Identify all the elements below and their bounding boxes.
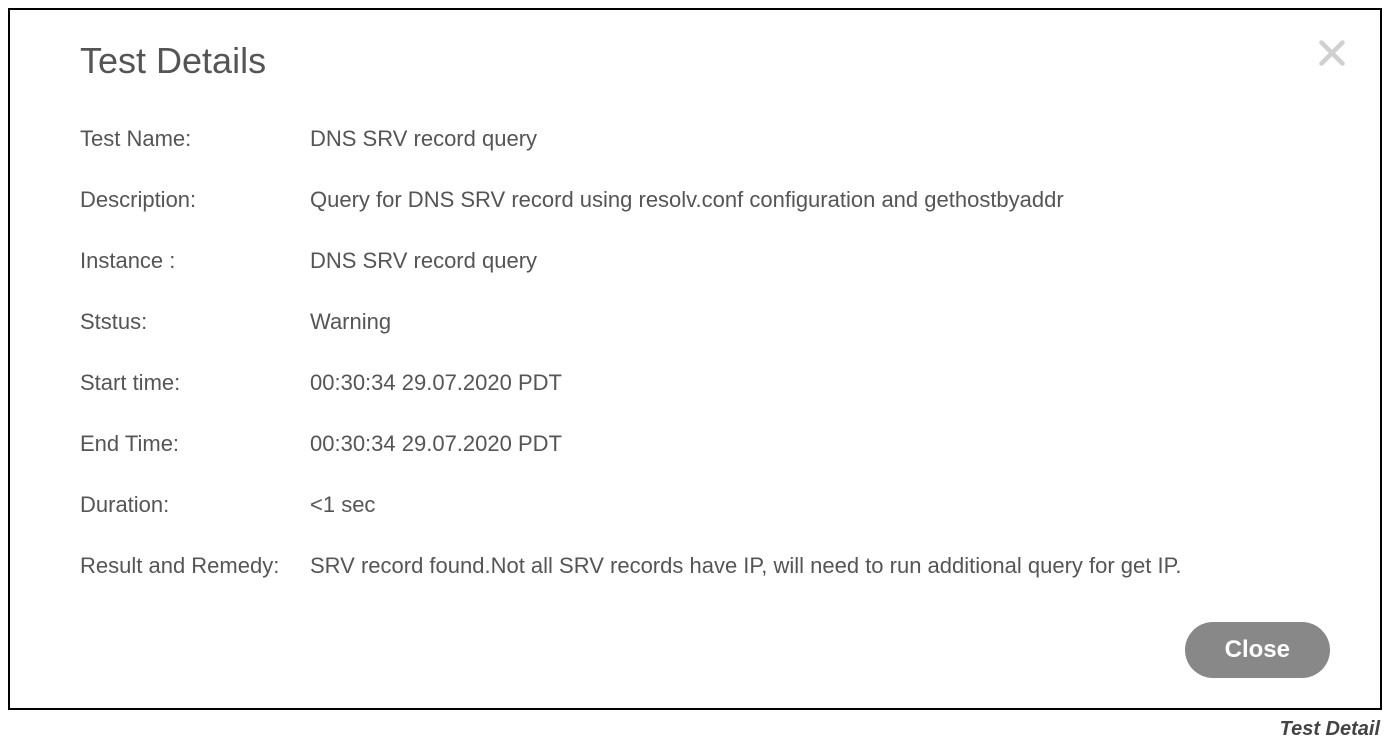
label-instance: Instance : [80, 244, 310, 277]
row-description: Description: Query for DNS SRV record us… [80, 183, 1330, 216]
value-instance: DNS SRV record query [310, 244, 1330, 277]
test-details-dialog: Test Details Test Name: DNS SRV record q… [8, 8, 1382, 710]
label-duration: Duration: [80, 488, 310, 521]
row-status: Ststus: Warning [80, 305, 1330, 338]
label-status: Ststus: [80, 305, 310, 338]
row-end-time: End Time: 00:30:34 29.07.2020 PDT [80, 427, 1330, 460]
row-result-remedy: Result and Remedy: SRV record found.Not … [80, 549, 1330, 582]
value-test-name: DNS SRV record query [310, 122, 1330, 155]
row-test-name: Test Name: DNS SRV record query [80, 122, 1330, 155]
button-row: Close [80, 622, 1330, 678]
image-caption: Test Detail [0, 718, 1380, 741]
close-button[interactable]: Close [1185, 622, 1330, 678]
label-description: Description: [80, 183, 310, 216]
value-status: Warning [310, 305, 1330, 338]
value-start-time: 00:30:34 29.07.2020 PDT [310, 366, 1330, 399]
label-test-name: Test Name: [80, 122, 310, 155]
value-result-remedy: SRV record found.Not all SRV records hav… [310, 549, 1330, 582]
dialog-title: Test Details [80, 40, 1330, 82]
label-end-time: End Time: [80, 427, 310, 460]
value-description: Query for DNS SRV record using resolv.co… [310, 183, 1330, 216]
label-result-remedy: Result and Remedy: [80, 549, 310, 582]
row-start-time: Start time: 00:30:34 29.07.2020 PDT [80, 366, 1330, 399]
row-duration: Duration: <1 sec [80, 488, 1330, 521]
label-start-time: Start time: [80, 366, 310, 399]
value-duration: <1 sec [310, 488, 1330, 521]
value-end-time: 00:30:34 29.07.2020 PDT [310, 427, 1330, 460]
close-icon[interactable] [1314, 35, 1350, 71]
row-instance: Instance : DNS SRV record query [80, 244, 1330, 277]
